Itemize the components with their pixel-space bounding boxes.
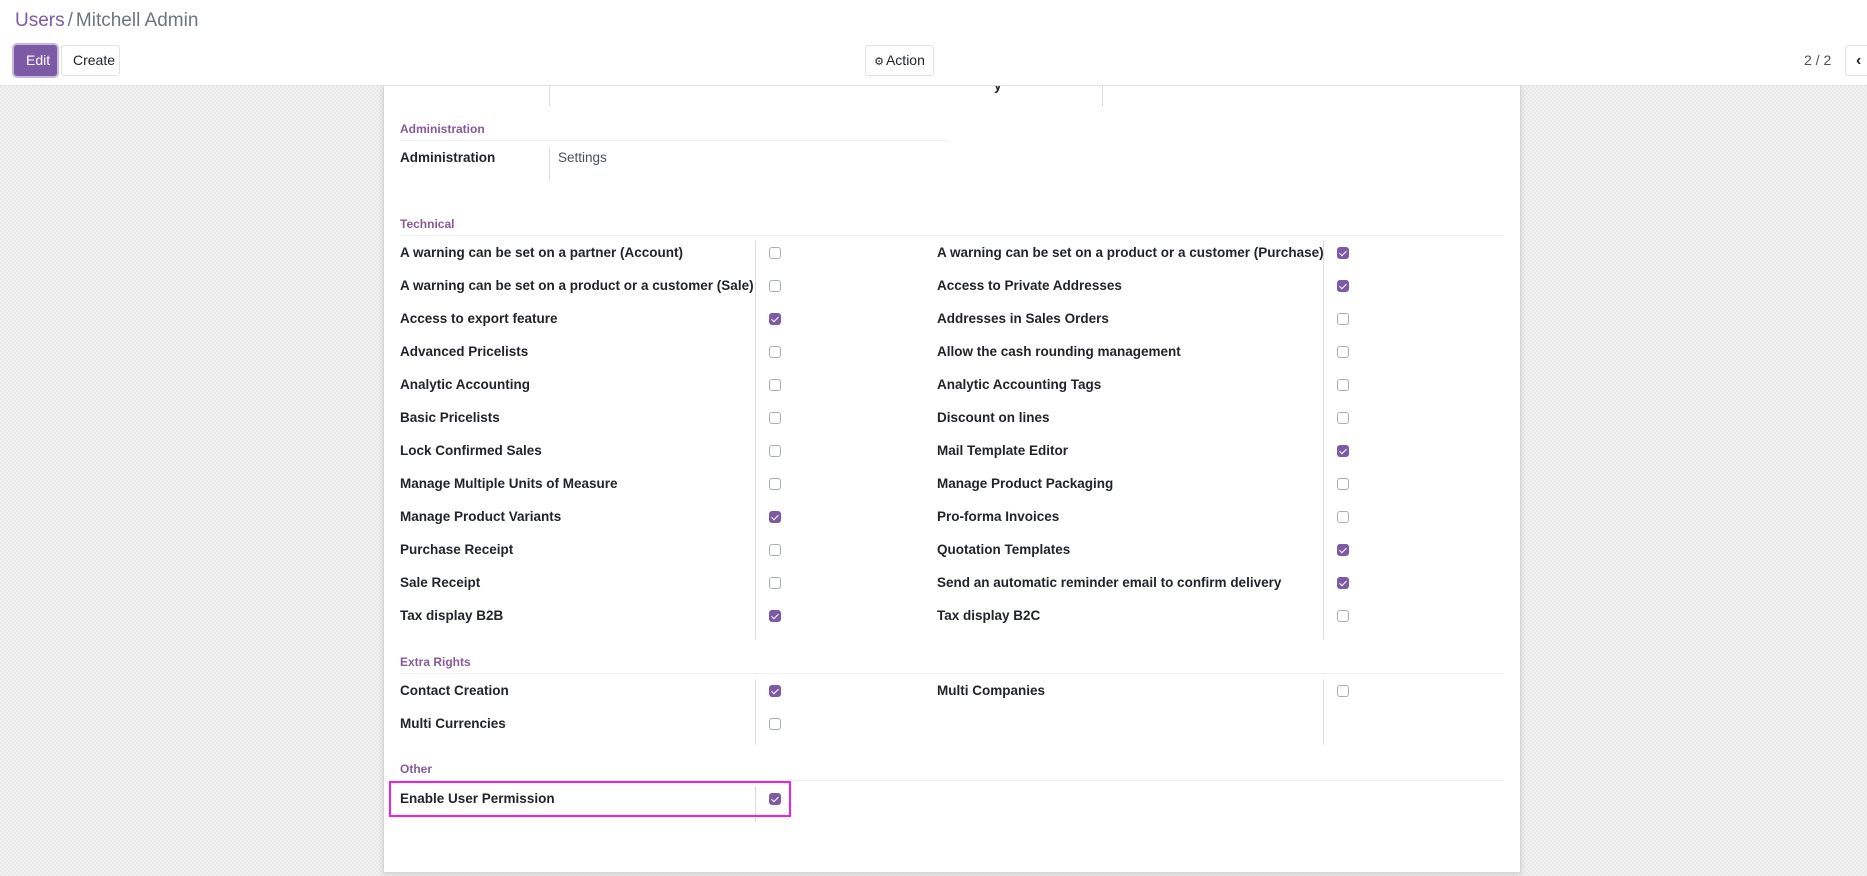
permission-checkbox[interactable] — [769, 247, 781, 259]
column-separator — [755, 786, 756, 822]
breadcrumb-separator: / — [67, 10, 73, 31]
form-sheet: y Administration Administration Settings… — [383, 78, 1521, 873]
permission-label: A warning can be set on a product or a c… — [400, 278, 754, 293]
permission-checkbox[interactable] — [1337, 577, 1349, 589]
permission-checkbox[interactable] — [769, 685, 781, 697]
column-separator — [755, 241, 756, 639]
permission-checkbox[interactable] — [769, 379, 781, 391]
permission-label: Lock Confirmed Sales — [400, 443, 542, 458]
permission-label: Manage Product Variants — [400, 509, 562, 524]
field-label-administration: Administration — [400, 150, 496, 165]
permission-checkbox[interactable] — [769, 412, 781, 424]
permission-checkbox[interactable] — [1337, 478, 1349, 490]
chevron-left-icon: ‹ — [1856, 52, 1862, 69]
permission-label: Analytic Accounting — [400, 377, 531, 392]
permission-label: Multi Currencies — [400, 716, 506, 731]
action-label: Action — [885, 52, 925, 68]
permission-checkbox[interactable] — [1337, 280, 1349, 292]
permission-label: Mail Template Editor — [937, 443, 1069, 458]
permission-checkbox[interactable] — [1337, 379, 1349, 391]
control-panel: Users / Mitchell Admin Edit Create ⚙ Action… — [0, 0, 1867, 86]
permission-label: Advanced Pricelists — [400, 344, 529, 359]
permission-checkbox[interactable] — [769, 478, 781, 490]
permission-label: Multi Companies — [937, 683, 1046, 698]
permission-checkbox[interactable] — [769, 577, 781, 589]
permission-label: Purchase Receipt — [400, 542, 514, 557]
breadcrumb: Users / Mitchell Admin — [15, 10, 198, 32]
group-title-administration: Administration — [400, 122, 948, 141]
permission-label: Quotation Templates — [937, 542, 1071, 557]
permission-label: Pro-forma Invoices — [937, 509, 1060, 524]
permission-checkbox[interactable] — [1337, 313, 1349, 325]
permission-label: Manage Product Packaging — [937, 476, 1114, 491]
permission-checkbox[interactable] — [769, 793, 781, 805]
permission-label: Access to export feature — [400, 311, 558, 326]
permission-label: Allow the cash rounding management — [937, 344, 1181, 359]
create-button[interactable]: Create — [61, 45, 120, 76]
permission-checkbox[interactable] — [1337, 511, 1349, 523]
field-separator — [549, 147, 550, 181]
column-separator — [1323, 679, 1324, 745]
permission-checkbox[interactable] — [769, 313, 781, 325]
permission-checkbox[interactable] — [1337, 610, 1349, 622]
permission-label: Enable User Permission — [400, 791, 555, 806]
permission-checkbox[interactable] — [1337, 544, 1349, 556]
field-separator — [549, 86, 550, 106]
group-title-technical: Technical — [400, 217, 1504, 236]
permission-checkbox[interactable] — [769, 445, 781, 457]
permission-checkbox[interactable] — [769, 544, 781, 556]
permission-label: Send an automatic reminder email to conf… — [937, 575, 1282, 590]
permission-checkbox[interactable] — [1337, 412, 1349, 424]
permission-label: Manage Multiple Units of Measure — [400, 476, 618, 491]
permission-label: A warning can be set on a product or a c… — [937, 245, 1324, 260]
permission-label: Discount on lines — [937, 410, 1050, 425]
administration-value[interactable]: Settings — [558, 150, 607, 165]
pager-previous-button[interactable]: ‹ — [1845, 45, 1867, 76]
permission-checkbox[interactable] — [769, 346, 781, 358]
permission-checkbox[interactable] — [1337, 247, 1349, 259]
column-separator — [1323, 241, 1324, 639]
permission-checkbox[interactable] — [1337, 346, 1349, 358]
permission-label: Analytic Accounting Tags — [937, 377, 1102, 392]
permission-checkbox[interactable] — [769, 511, 781, 523]
group-title-extra-rights: Extra Rights — [400, 655, 1504, 674]
permission-checkbox[interactable] — [769, 718, 781, 730]
edit-button[interactable]: Edit — [14, 45, 57, 76]
breadcrumb-users-link[interactable]: Users — [15, 10, 65, 31]
field-separator — [1102, 86, 1103, 106]
permission-checkbox[interactable] — [769, 610, 781, 622]
action-button[interactable]: ⚙ Action — [865, 45, 934, 76]
breadcrumb-current: Mitchell Admin — [75, 10, 199, 31]
pager-value: 2 / 2 — [1804, 52, 1832, 68]
permission-label: Addresses in Sales Orders — [937, 311, 1109, 326]
permission-label: Contact Creation — [400, 683, 509, 698]
permission-label: Sale Receipt — [400, 575, 481, 590]
column-separator — [755, 679, 756, 745]
permission-label: A warning can be set on a partner (Accou… — [400, 245, 684, 260]
permission-label: Tax display B2B — [400, 608, 504, 623]
permission-checkbox[interactable] — [769, 280, 781, 292]
gear-icon: ⚙ — [874, 56, 884, 68]
permission-checkbox[interactable] — [1337, 685, 1349, 697]
permission-checkbox[interactable] — [1337, 445, 1349, 457]
group-title-other: Other — [400, 762, 1504, 781]
permission-label: Basic Pricelists — [400, 410, 500, 425]
permission-label: Tax display B2C — [937, 608, 1041, 623]
permission-label: Access to Private Addresses — [937, 278, 1122, 293]
